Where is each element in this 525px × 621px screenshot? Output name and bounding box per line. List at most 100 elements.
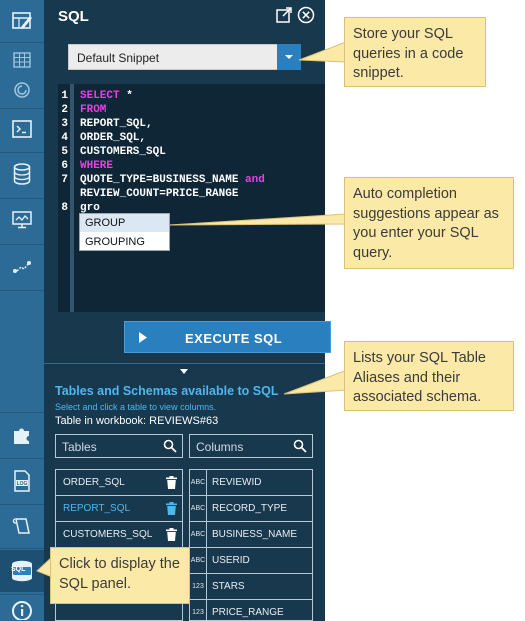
table-icon	[13, 52, 31, 68]
log-icon: LOG	[14, 470, 30, 492]
tables-section-hint: Select and click a table to view columns…	[55, 402, 217, 412]
autocomplete-item[interactable]: GROUPING	[80, 233, 169, 251]
callout-snippet-text: Store your SQL queries in a code snippet…	[353, 26, 464, 81]
column-name: BUSINESS_NAME	[212, 529, 298, 540]
callout-open-panel: Click to display the SQL panel.	[50, 547, 190, 604]
workbook-table-label: Table in workbook: REVIEWS#63	[55, 415, 219, 427]
column-row[interactable]: 123 STARS	[190, 574, 312, 600]
sql-editor[interactable]: 1 SELECT * 2 FROM 3 REPORT_SQL, 4 ORDER_SQL, 5 CU…	[58, 84, 325, 312]
collapse-arrow-icon[interactable]	[179, 368, 189, 375]
column-row[interactable]: ABC RECORD_TYPE	[190, 496, 312, 522]
rail-button-table[interactable]	[0, 46, 44, 74]
line-number: 4	[61, 132, 68, 144]
rail-button-info[interactable]	[0, 597, 44, 621]
sql-token: REPORT_SQL,	[80, 118, 153, 130]
column-type-icon: 123	[190, 600, 207, 621]
trash-icon[interactable]	[166, 502, 177, 515]
code-line: FROM	[80, 104, 106, 116]
code-line: SELECT *	[80, 90, 133, 102]
columns-list: ABC REVIEWID ABC RECORD_TYPE ABC BUSINESS_NAM…	[189, 469, 313, 621]
trash-icon[interactable]	[166, 528, 177, 541]
tables-search-input[interactable]: Tables	[55, 434, 183, 458]
rail-button-scroll[interactable]	[0, 506, 44, 546]
line-number: 6	[61, 160, 68, 172]
sql-token: QUOTE_TYPE=BUSINESS_NAME	[80, 174, 246, 186]
close-icon[interactable]	[297, 6, 315, 24]
snippet-select-value: Default Snippet	[77, 51, 160, 65]
rail-button-log[interactable]: LOG	[0, 460, 44, 502]
column-type-icon: ABC	[190, 548, 207, 573]
line-number: 5	[61, 146, 68, 158]
table-row[interactable]: ORDER_SQL	[56, 470, 182, 496]
code-line: REPORT_SQL,	[80, 118, 153, 130]
scroll-icon	[12, 518, 30, 534]
tables-search-placeholder: Tables	[62, 440, 97, 454]
code-line: CUSTOMERS_SQL	[80, 146, 166, 158]
swirl-icon	[14, 82, 30, 98]
columns-search-input[interactable]: Columns	[189, 434, 313, 458]
line-number: 1	[61, 90, 68, 102]
rail-button-monitor[interactable]	[0, 200, 44, 240]
column-row[interactable]: 123 PRICE_RANGE	[190, 600, 312, 621]
column-type-icon: ABC	[190, 470, 207, 495]
column-row[interactable]: ABC USERID	[190, 548, 312, 574]
callout-autocomplete: Auto completion suggestions appear as yo…	[344, 177, 514, 269]
autocomplete-item[interactable]: GROUP	[80, 214, 169, 232]
sql-keyword: SELECT	[80, 90, 120, 102]
table-name: CUSTOMERS_SQL	[63, 529, 153, 540]
table-name: REPORT_SQL	[63, 503, 131, 514]
line-number: 7	[61, 174, 68, 186]
column-type-icon: 123	[190, 574, 207, 599]
sql-token: ORDER_SQL,	[80, 132, 147, 144]
autocomplete-popup: GROUP GROUPING	[79, 213, 170, 251]
rail-button-plugins[interactable]	[0, 414, 44, 456]
sql-keyword: and	[245, 174, 265, 186]
column-name: USERID	[212, 555, 250, 566]
trash-icon[interactable]	[166, 476, 177, 489]
line-number: 8	[61, 202, 68, 214]
column-row[interactable]: ABC REVIEWID	[190, 470, 312, 496]
column-name: REVIEWID	[212, 477, 262, 488]
code-line: WHERE	[80, 160, 113, 172]
table-row[interactable]: CUSTOMERS_SQL	[56, 522, 182, 548]
execute-sql-button[interactable]: EXECUTE SQL	[124, 321, 331, 353]
line-number: 2	[61, 104, 68, 116]
sql-token: *	[119, 90, 133, 102]
flow-icon	[13, 261, 31, 273]
rail-button-console[interactable]	[0, 110, 44, 148]
rail-button-sheet[interactable]	[0, 0, 44, 42]
callout-pointer	[168, 213, 346, 226]
snippet-select[interactable]: Default Snippet	[68, 44, 301, 70]
callout-autocomplete-text: Auto completion suggestions appear as yo…	[353, 186, 499, 261]
code-line: REVIEW_COUNT=PRICE_RANGE	[80, 188, 238, 200]
rail-button-database[interactable]	[0, 154, 44, 194]
column-name: PRICE_RANGE	[212, 607, 284, 618]
panel-title: SQL	[58, 8, 89, 25]
rail-button-swirl[interactable]	[0, 76, 44, 104]
code-line: ORDER_SQL,	[80, 132, 146, 144]
sql-token: CUSTOMERS_SQL	[80, 146, 166, 158]
icon-rail: LOG SQL	[0, 0, 44, 621]
search-icon[interactable]	[163, 439, 177, 453]
column-row[interactable]: ABC BUSINESS_NAME	[190, 522, 312, 548]
table-row[interactable]: REPORT_SQL	[56, 496, 182, 522]
sql-token: REVIEW_COUNT=PRICE_RANGE	[80, 188, 239, 200]
tables-section-title: Tables and Schemas available to SQL	[55, 384, 279, 398]
sql-keyword: FROM	[80, 104, 107, 116]
callout-pointer	[298, 41, 346, 63]
info-icon	[12, 601, 32, 620]
sql-badge-label: SQL	[11, 566, 26, 573]
search-icon[interactable]	[293, 439, 307, 453]
console-icon	[12, 120, 32, 138]
table-name: ORDER_SQL	[63, 477, 125, 488]
database-icon	[13, 163, 31, 185]
column-type-icon: ABC	[190, 522, 207, 547]
panel-divider	[44, 363, 325, 364]
puzzle-icon	[14, 428, 29, 444]
popout-icon[interactable]	[275, 6, 293, 24]
rail-button-flow[interactable]	[0, 246, 44, 288]
line-number: 3	[61, 118, 68, 130]
callout-aliases-text: Lists your SQL Table Aliases and their a…	[353, 350, 486, 405]
sheet-edit-icon	[12, 12, 32, 29]
sql-keyword: WHERE	[80, 160, 114, 172]
